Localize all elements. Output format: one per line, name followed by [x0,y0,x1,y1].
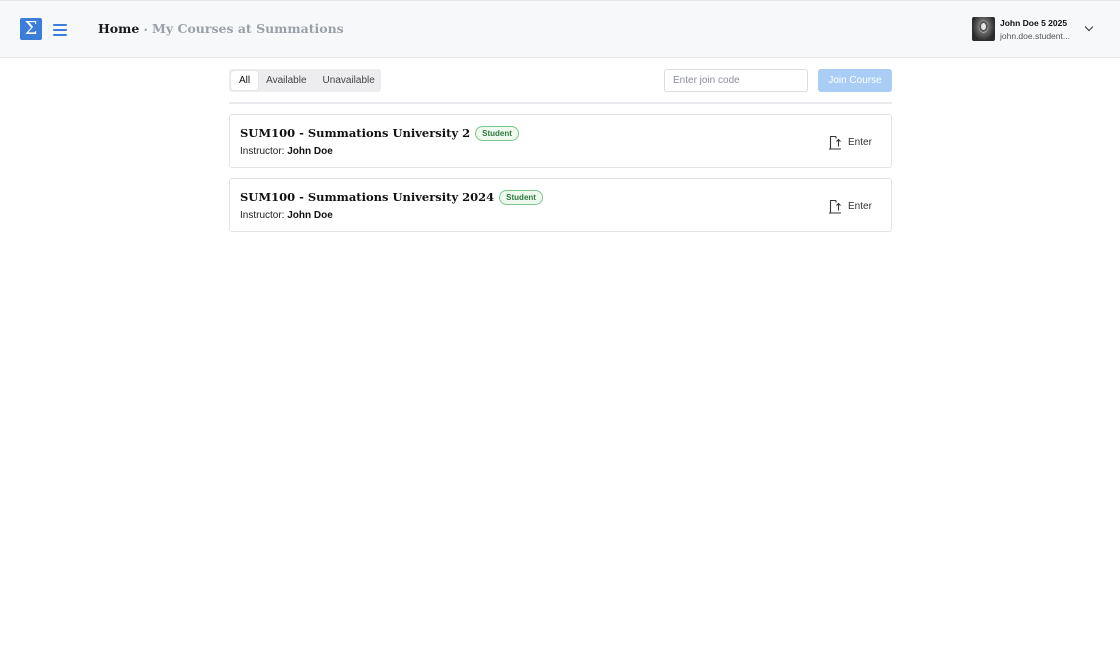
course-instructor: Instructor: John Doe [240,210,333,221]
breadcrumb-current-page: My Courses at Summations [152,21,344,36]
enter-door-icon [829,199,841,214]
user-name: John Doe 5 2025 [1000,18,1068,28]
course-title: SUM100 - Summations University 2 Student [240,126,519,141]
course-card: SUM100 - Summations University 2 Student … [229,114,892,168]
enter-course-button[interactable]: Enter [828,198,872,214]
enter-label: Enter [848,136,872,148]
divider [229,102,892,104]
sigma-logo-icon[interactable]: Σ [20,18,42,40]
course-instructor: Instructor: John Doe [240,146,333,157]
role-badge: Student [475,126,519,141]
user-menu[interactable]: John Doe 5 2025 john.doe.student... [972,17,1096,42]
tab-unavailable[interactable]: Unavailable [315,71,383,90]
join-code-input[interactable] [664,69,808,92]
course-filter-tabs: All Available Unavailable [229,69,381,92]
course-title-text: SUM100 - Summations University 2024 [240,190,495,204]
course-card: SUM100 - Summations University 2024 Stude… [229,178,892,232]
enter-label: Enter [848,200,872,212]
course-title: SUM100 - Summations University 2024 Stude… [240,190,543,205]
instructor-label: Instructor: [240,210,285,221]
enter-door-icon [829,135,841,150]
breadcrumb-home-link[interactable]: Home [98,21,139,36]
hamburger-menu-icon[interactable] [53,24,67,36]
role-badge: Student [499,190,543,205]
breadcrumb-separator: • [143,25,149,35]
tab-all[interactable]: All [231,71,259,90]
instructor-label: Instructor: [240,146,285,157]
top-header: Σ Home • My Courses at Summations John D… [0,0,1120,58]
instructor-name: John Doe [287,146,333,157]
course-title-text: SUM100 - Summations University 2 [240,126,471,140]
enter-course-button[interactable]: Enter [828,134,872,150]
avatar [972,17,995,41]
tab-available[interactable]: Available [258,71,314,90]
breadcrumb: Home • My Courses at Summations [98,21,344,36]
instructor-name: John Doe [287,210,333,221]
join-course-button[interactable]: Join Course [818,69,892,92]
user-email: john.doe.student... [1000,31,1070,41]
